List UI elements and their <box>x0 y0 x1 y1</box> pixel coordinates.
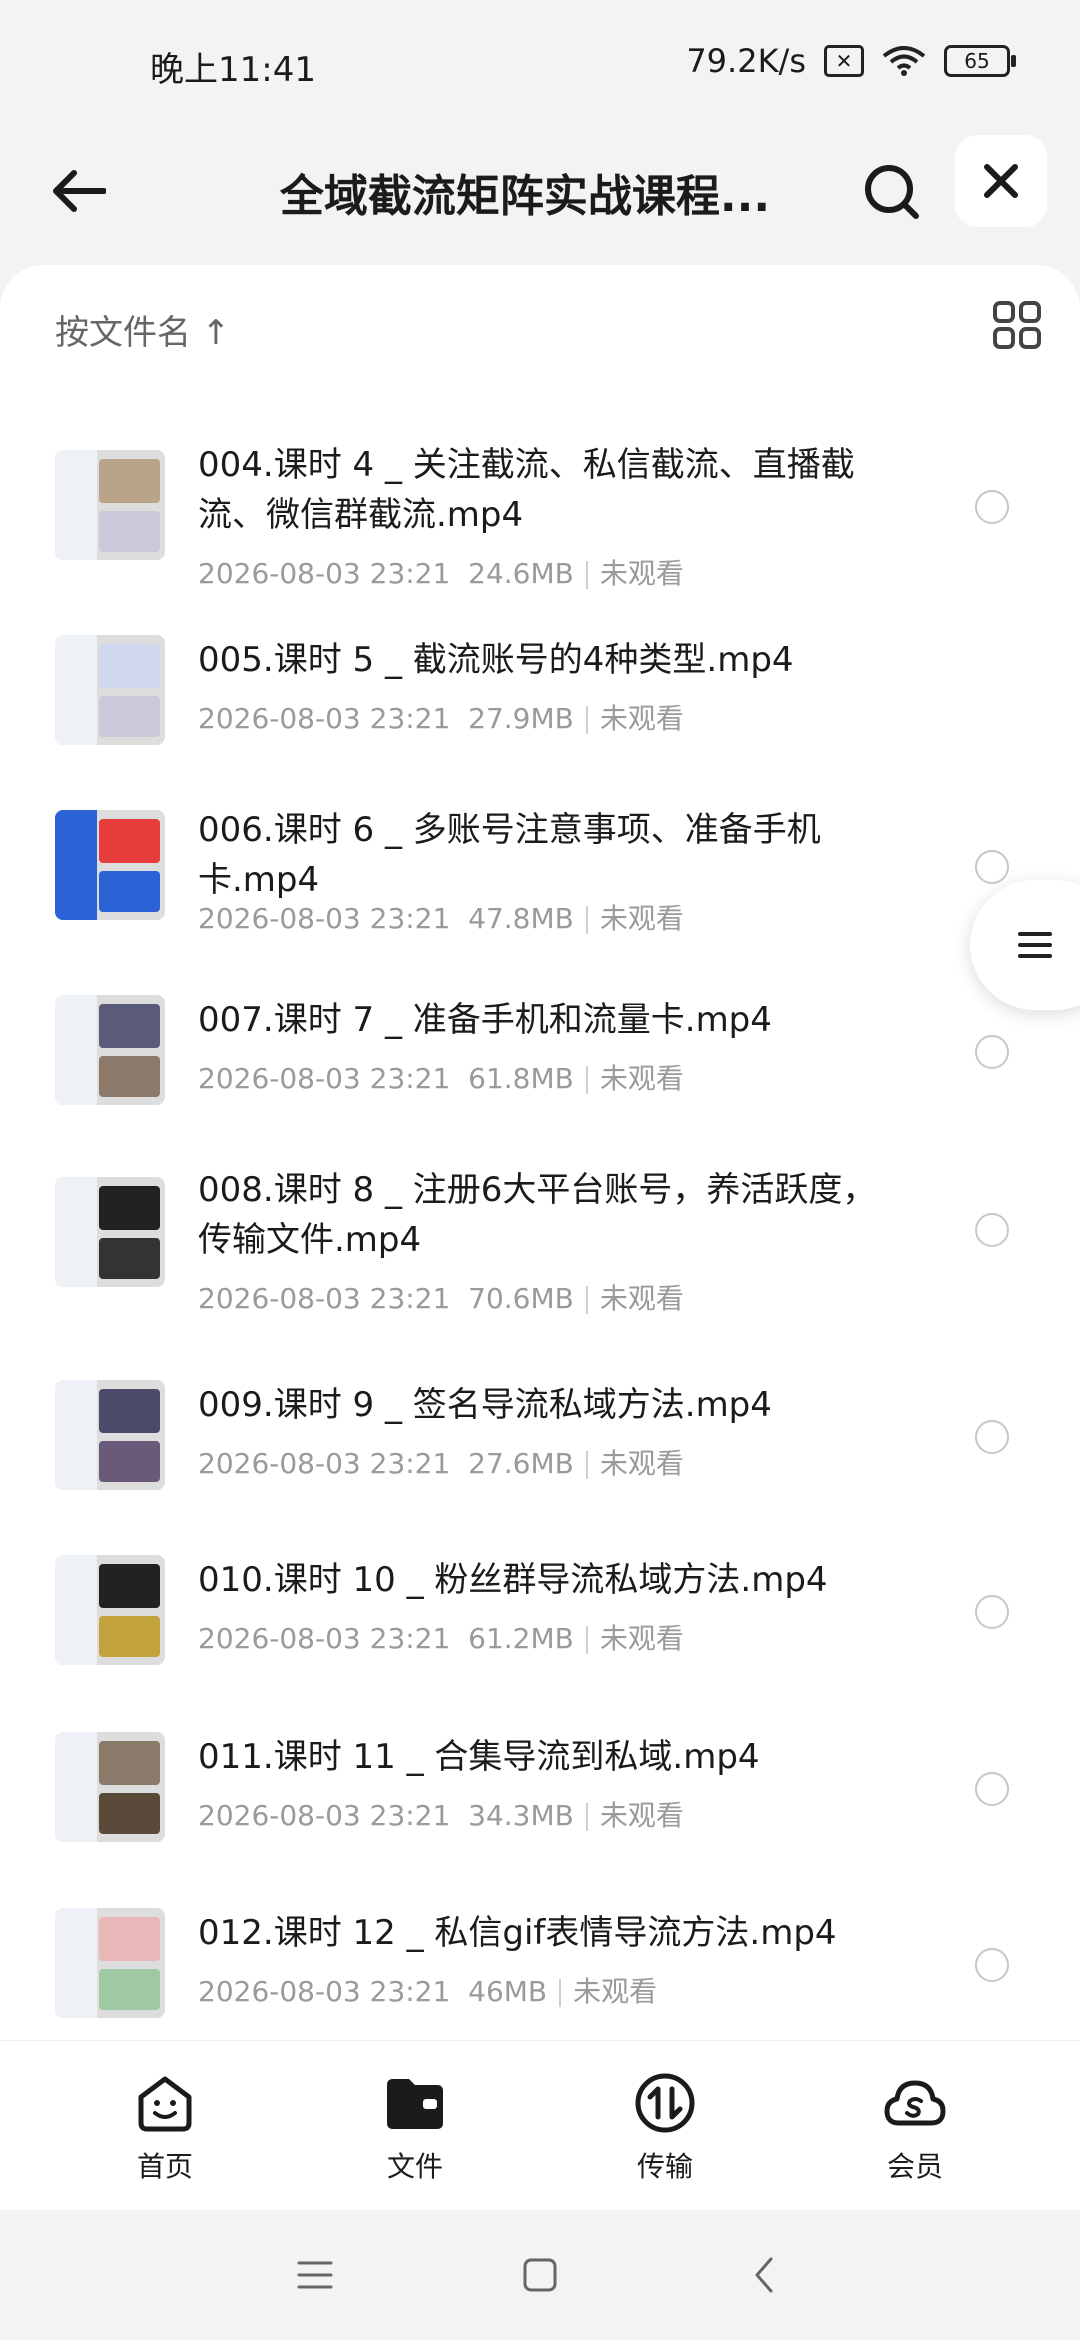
list-item[interactable]: 009.课时 9 _ 签名导流私域方法.mp4 2026-08-03 23:21… <box>0 1380 1080 1500</box>
select-radio[interactable] <box>975 1035 1009 1069</box>
status-icons: 79.2K/s ✕ 65 <box>686 42 1016 80</box>
list-item[interactable]: 007.课时 7 _ 准备手机和流量卡.mp4 2026-08-03 23:21… <box>0 995 1080 1115</box>
list-item[interactable]: 004.课时 4 _ 关注截流、私信截流、直播截流、微信群截流.mp4 2026… <box>0 440 1080 620</box>
list-item[interactable]: 010.课时 10 _ 粉丝群导流私域方法.mp4 2026-08-03 23:… <box>0 1555 1080 1675</box>
file-meta: 2026-08-03 23:21 61.8MB 未观看 <box>198 1062 684 1095</box>
back-chevron-icon[interactable] <box>745 2255 785 2295</box>
status-time: 晚上11:41 <box>150 50 316 90</box>
file-meta: 2026-08-03 23:21 61.2MB 未观看 <box>198 1622 684 1655</box>
network-speed: 79.2K/s <box>686 42 806 80</box>
home-face-icon <box>138 2076 192 2132</box>
select-radio[interactable] <box>975 1595 1009 1629</box>
nav-home[interactable]: 首页 <box>85 2071 245 2185</box>
video-thumbnail <box>55 450 165 560</box>
search-button[interactable] <box>852 152 932 232</box>
video-thumbnail <box>55 1380 165 1490</box>
video-thumbnail <box>55 1732 165 1842</box>
nav-member[interactable]: 会员 <box>835 2071 995 2185</box>
close-button[interactable] <box>955 135 1047 227</box>
video-thumbnail <box>55 810 165 920</box>
file-name: 004.课时 4 _ 关注截流、私信截流、直播截流、微信群截流.mp4 <box>198 445 855 535</box>
video-thumbnail <box>55 995 165 1105</box>
transfer-icon <box>635 2073 695 2133</box>
file-name: 007.课时 7 _ 准备手机和流量卡.mp4 <box>198 1000 772 1040</box>
file-name: 010.课时 10 _ 粉丝群导流私域方法.mp4 <box>198 1560 828 1600</box>
list-item[interactable]: 005.课时 5 _ 截流账号的4种类型.mp4 2026-08-03 23:2… <box>0 635 1080 755</box>
close-icon <box>984 164 1018 198</box>
select-radio[interactable] <box>975 1772 1009 1806</box>
file-name: 008.课时 8 _ 注册6大平台账号，养活跃度，传输文件.mp4 <box>198 1170 877 1260</box>
sort-selector[interactable]: 按文件名 ↑ <box>55 305 230 354</box>
status-bar: 晚上11:41 79.2K/s ✕ 65 <box>0 0 1080 130</box>
recent-apps-icon[interactable] <box>295 2255 335 2295</box>
sort-label: 按文件名 ↑ <box>55 313 231 353</box>
nav-label: 首页 <box>136 2150 193 2183</box>
select-radio[interactable] <box>975 490 1009 524</box>
select-radio[interactable] <box>975 1213 1009 1247</box>
grid-view-icon[interactable] <box>992 300 1042 350</box>
file-name: 005.课时 5 _ 截流账号的4种类型.mp4 <box>198 640 794 680</box>
file-meta: 2026-08-03 23:21 70.6MB 未观看 <box>198 1282 684 1315</box>
video-thumbnail <box>55 1555 165 1665</box>
file-list-panel: 按文件名 ↑ 004.课时 4 _ 关注截流、私信截流、直播截流、微信群截流.m… <box>0 265 1080 2040</box>
member-cloud-icon <box>884 2080 946 2126</box>
sim-disabled-icon: ✕ <box>824 45 864 77</box>
file-meta: 2026-08-03 23:21 34.3MB 未观看 <box>198 1799 684 1832</box>
select-radio[interactable] <box>975 1948 1009 1982</box>
nav-label: 文件 <box>386 2150 443 2183</box>
file-meta: 2026-08-03 23:21 46MB 未观看 <box>198 1975 658 2008</box>
top-header: 全域截流矩阵实战课程... <box>0 130 1080 265</box>
select-radio[interactable] <box>975 850 1009 884</box>
file-meta: 2026-08-03 23:21 24.6MB 未观看 <box>198 557 684 590</box>
battery-level: 65 <box>964 49 990 73</box>
back-button[interactable] <box>42 155 114 227</box>
battery-icon: 65 <box>944 45 1016 77</box>
file-name: 009.课时 9 _ 签名导流私域方法.mp4 <box>198 1385 772 1425</box>
nav-label: 传输 <box>636 2150 693 2183</box>
nav-transfer[interactable]: 传输 <box>585 2071 745 2185</box>
home-square-icon[interactable] <box>520 2255 560 2295</box>
file-name: 006.课时 6 _ 多账号注意事项、准备手机卡.mp4 <box>198 810 821 900</box>
select-radio[interactable] <box>975 1420 1009 1454</box>
video-thumbnail <box>55 1177 165 1287</box>
file-meta: 2026-08-03 23:21 27.9MB 未观看 <box>198 702 684 735</box>
page-title: 全域截流矩阵实战课程... <box>279 171 771 222</box>
list-item[interactable]: 011.课时 11 _ 合集导流到私域.mp4 2026-08-03 23:21… <box>0 1732 1080 1852</box>
bottom-navigation: 首页 文件 传输 会员 <box>0 2040 1080 2211</box>
list-item[interactable]: 006.课时 6 _ 多账号注意事项、准备手机卡.mp4 2026-08-03 … <box>0 805 1080 935</box>
file-meta: 2026-08-03 23:21 47.8MB 未观看 <box>198 902 684 935</box>
list-item[interactable]: 008.课时 8 _ 注册6大平台账号，养活跃度，传输文件.mp4 2026-0… <box>0 1165 1080 1315</box>
nav-label: 会员 <box>886 2150 943 2183</box>
menu-lines-icon <box>1018 925 1052 965</box>
search-icon <box>865 165 919 219</box>
folder-icon <box>387 2079 443 2129</box>
video-thumbnail <box>55 1908 165 2018</box>
system-nav-bar <box>0 2210 1080 2340</box>
file-meta: 2026-08-03 23:21 27.6MB 未观看 <box>198 1447 684 1480</box>
file-name: 012.课时 12 _ 私信gif表情导流方法.mp4 <box>198 1913 837 1953</box>
nav-files[interactable]: 文件 <box>335 2071 495 2185</box>
arrow-left-icon <box>53 170 106 212</box>
wifi-icon <box>882 46 926 76</box>
list-item[interactable]: 012.课时 12 _ 私信gif表情导流方法.mp4 2026-08-03 2… <box>0 1908 1080 2028</box>
file-name: 011.课时 11 _ 合集导流到私域.mp4 <box>198 1737 760 1777</box>
video-thumbnail <box>55 635 165 745</box>
